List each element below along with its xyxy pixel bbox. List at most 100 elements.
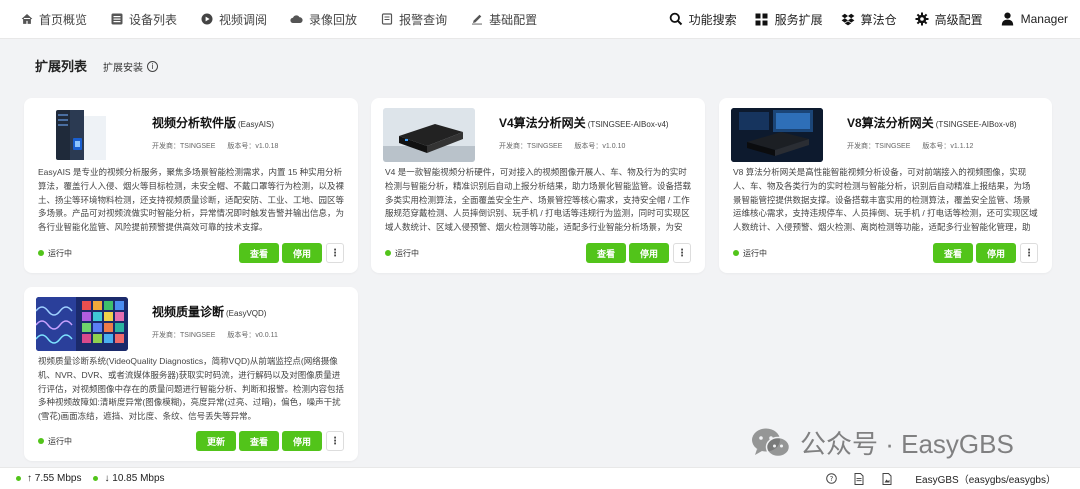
status-dot	[38, 438, 44, 444]
nav-secondary-menu: 功能搜索 服务扩展 算法仓 高级配置 Manager	[651, 11, 1080, 28]
svg-text:?: ?	[830, 475, 834, 483]
disable-button[interactable]: 停用	[975, 243, 1016, 263]
nav-item-video[interactable]: 视频调阅	[200, 11, 267, 28]
status-dot	[385, 250, 391, 256]
grid-icon	[755, 12, 769, 26]
status-label: 运行中	[48, 436, 72, 446]
nav-label: 高级配置	[934, 12, 983, 27]
card-description: V8 算法分析网关是高性能智能视频分析设备，可对前端接入的视频图像，实现人、车、…	[733, 167, 1038, 233]
view-button[interactable]: 查看	[238, 243, 279, 263]
nav-item-config[interactable]: 基础配置	[470, 11, 537, 28]
device-list-icon	[110, 13, 123, 26]
card-version: 版本号：v1.1.12	[922, 143, 974, 150]
file-image-icon[interactable]	[881, 472, 893, 485]
page-title: 扩展列表	[35, 59, 88, 74]
nav-item-home[interactable]: 首页概览	[20, 11, 87, 28]
nav-item-alarm[interactable]: 报警查询	[380, 11, 447, 28]
info-icon[interactable]: i	[147, 61, 159, 72]
view-button[interactable]: 查看	[238, 431, 279, 451]
more-options-icon[interactable]: ⋮	[673, 243, 691, 263]
upload-status-dot	[16, 476, 21, 481]
status-label: 运行中	[48, 248, 72, 258]
disable-button[interactable]: 停用	[281, 243, 322, 263]
card-title: 视频质量诊断 (EasyVQD)	[152, 305, 267, 319]
disable-button[interactable]: 停用	[628, 243, 669, 263]
nav-main-menu: 首页概览 设备列表 视频调阅 录像回放 报警查询 基础配置	[0, 11, 560, 28]
card-publisher: 开发商：TSINGSEE	[152, 332, 216, 339]
help-icon[interactable]: ?	[825, 473, 837, 485]
status-indicator: 运行中	[733, 248, 767, 259]
status-indicator: 运行中	[38, 248, 72, 259]
card-version: 版本号：v0.0.11	[227, 332, 278, 339]
nav-label: 设备列表	[129, 12, 178, 27]
download-speed-value: ↓ 10.85 Mbps	[104, 473, 165, 484]
nav-label: 功能搜索	[688, 12, 737, 27]
document-icon[interactable]	[853, 472, 865, 485]
extension-install-label: 扩展安装	[103, 63, 144, 74]
top-navbar: 首页概览 设备列表 视频调阅 录像回放 报警查询 基础配置 功能搜索 服务扩展 …	[0, 0, 1080, 39]
view-button[interactable]: 查看	[932, 243, 973, 263]
nav-label: 首页概览	[39, 12, 88, 27]
upload-speed: ↑ 7.55 Mbps	[16, 473, 81, 484]
nav-label: 基础配置	[489, 12, 538, 27]
dropbox-icon	[841, 12, 855, 26]
card-title: V8算法分析网关 (TSINGSEE-AIBox-v8)	[847, 116, 1017, 130]
nav-label: 报警查询	[399, 12, 448, 27]
card-publisher: 开发商：TSINGSEE	[847, 143, 911, 150]
nav-item-advanced-config[interactable]: 高级配置	[915, 11, 983, 28]
easyvqd-thumbnail	[36, 297, 128, 351]
nav-item-extensions[interactable]: 服务扩展	[755, 11, 823, 28]
status-indicator: 运行中	[38, 436, 72, 447]
update-button[interactable]: 更新	[195, 431, 236, 451]
card-publisher: 开发商：TSINGSEE	[499, 143, 563, 150]
extension-install-link[interactable]: 扩展安装 i	[103, 59, 159, 74]
card-title: 视频分析软件版 (EasyAIS)	[152, 116, 275, 130]
more-options-icon[interactable]: ⋮	[326, 431, 344, 451]
disable-button[interactable]: 停用	[281, 431, 322, 451]
nav-item-device-list[interactable]: 设备列表	[110, 11, 177, 28]
card-publisher: 开发商：TSINGSEE	[152, 143, 216, 150]
user-icon	[1001, 12, 1015, 26]
card-version: 版本号：v1.0.18	[227, 143, 279, 150]
page-header: 扩展列表 扩展安装 i	[35, 56, 159, 75]
gear-icon	[915, 12, 929, 26]
v4-gateway-thumbnail	[383, 108, 475, 162]
upload-speed-value: ↑ 7.55 Mbps	[27, 473, 82, 484]
card-title: V4算法分析网关 (TSINGSEE-AIBox-v4)	[499, 116, 669, 130]
status-dot	[733, 250, 739, 256]
alarm-icon	[380, 13, 393, 26]
nav-item-algorithm-store[interactable]: 算法仓	[841, 11, 897, 28]
wechat-watermark: 公众号 · EasyGBS	[750, 424, 1014, 461]
nav-label: Manager	[1020, 12, 1068, 26]
download-speed: ↓ 10.85 Mbps	[93, 473, 165, 484]
nav-label: 录像回放	[309, 12, 358, 27]
pen-icon	[470, 13, 483, 26]
wechat-logo-icon	[752, 428, 791, 457]
card-description: EasyAIS 是专业的视频分析服务，聚焦多场景智能检测需求，内置 15 种实用…	[38, 167, 344, 233]
extension-card-easyais: 视频分析软件版 (EasyAIS) 开发商：TSINGSEE 版本号：v1.0.1…	[24, 98, 358, 273]
nav-label: 服务扩展	[774, 12, 823, 27]
footer-brand: EasyGBS（easygbs/easygbs）	[915, 475, 1056, 486]
nav-label: 视频调阅	[219, 12, 268, 27]
nav-item-playback[interactable]: 录像回放	[290, 11, 357, 28]
extension-card-easyvqd: 视频质量诊断 (EasyVQD) 开发商：TSINGSEE 版本号：v0.0.11…	[24, 287, 358, 461]
more-options-icon[interactable]: ⋮	[326, 243, 344, 263]
download-status-dot	[93, 476, 99, 481]
more-options-icon[interactable]: ⋮	[1020, 243, 1038, 263]
play-icon	[200, 13, 213, 26]
status-bar: ↑ 7.55 Mbps ↓ 10.85 Mbps ? EasyGBS（easyg…	[0, 467, 1080, 489]
nav-item-search[interactable]: 功能搜索	[669, 11, 737, 28]
cloud-icon	[290, 13, 303, 26]
extension-card-v4-gateway: V4算法分析网关 (TSINGSEE-AIBox-v4) 开发商：TSINGSEE…	[371, 98, 705, 273]
card-description: 视频质量诊断系统(VideoQuality Diagnostics，简称VQD)…	[38, 356, 344, 422]
status-indicator: 运行中	[385, 248, 419, 259]
card-version: 版本号：v1.0.10	[574, 143, 626, 150]
easyais-thumbnail	[36, 108, 128, 162]
nav-item-user-menu[interactable]: Manager	[1001, 12, 1068, 26]
search-icon	[669, 12, 683, 26]
watermark-text: 公众号 · EasyGBS	[800, 429, 1014, 459]
status-label: 运行中	[395, 248, 419, 258]
view-button[interactable]: 查看	[585, 243, 626, 263]
nav-label: 算法仓	[860, 12, 897, 27]
extension-card-v8-gateway: V8算法分析网关 (TSINGSEE-AIBox-v8) 开发商：TSINGSEE…	[719, 98, 1052, 273]
